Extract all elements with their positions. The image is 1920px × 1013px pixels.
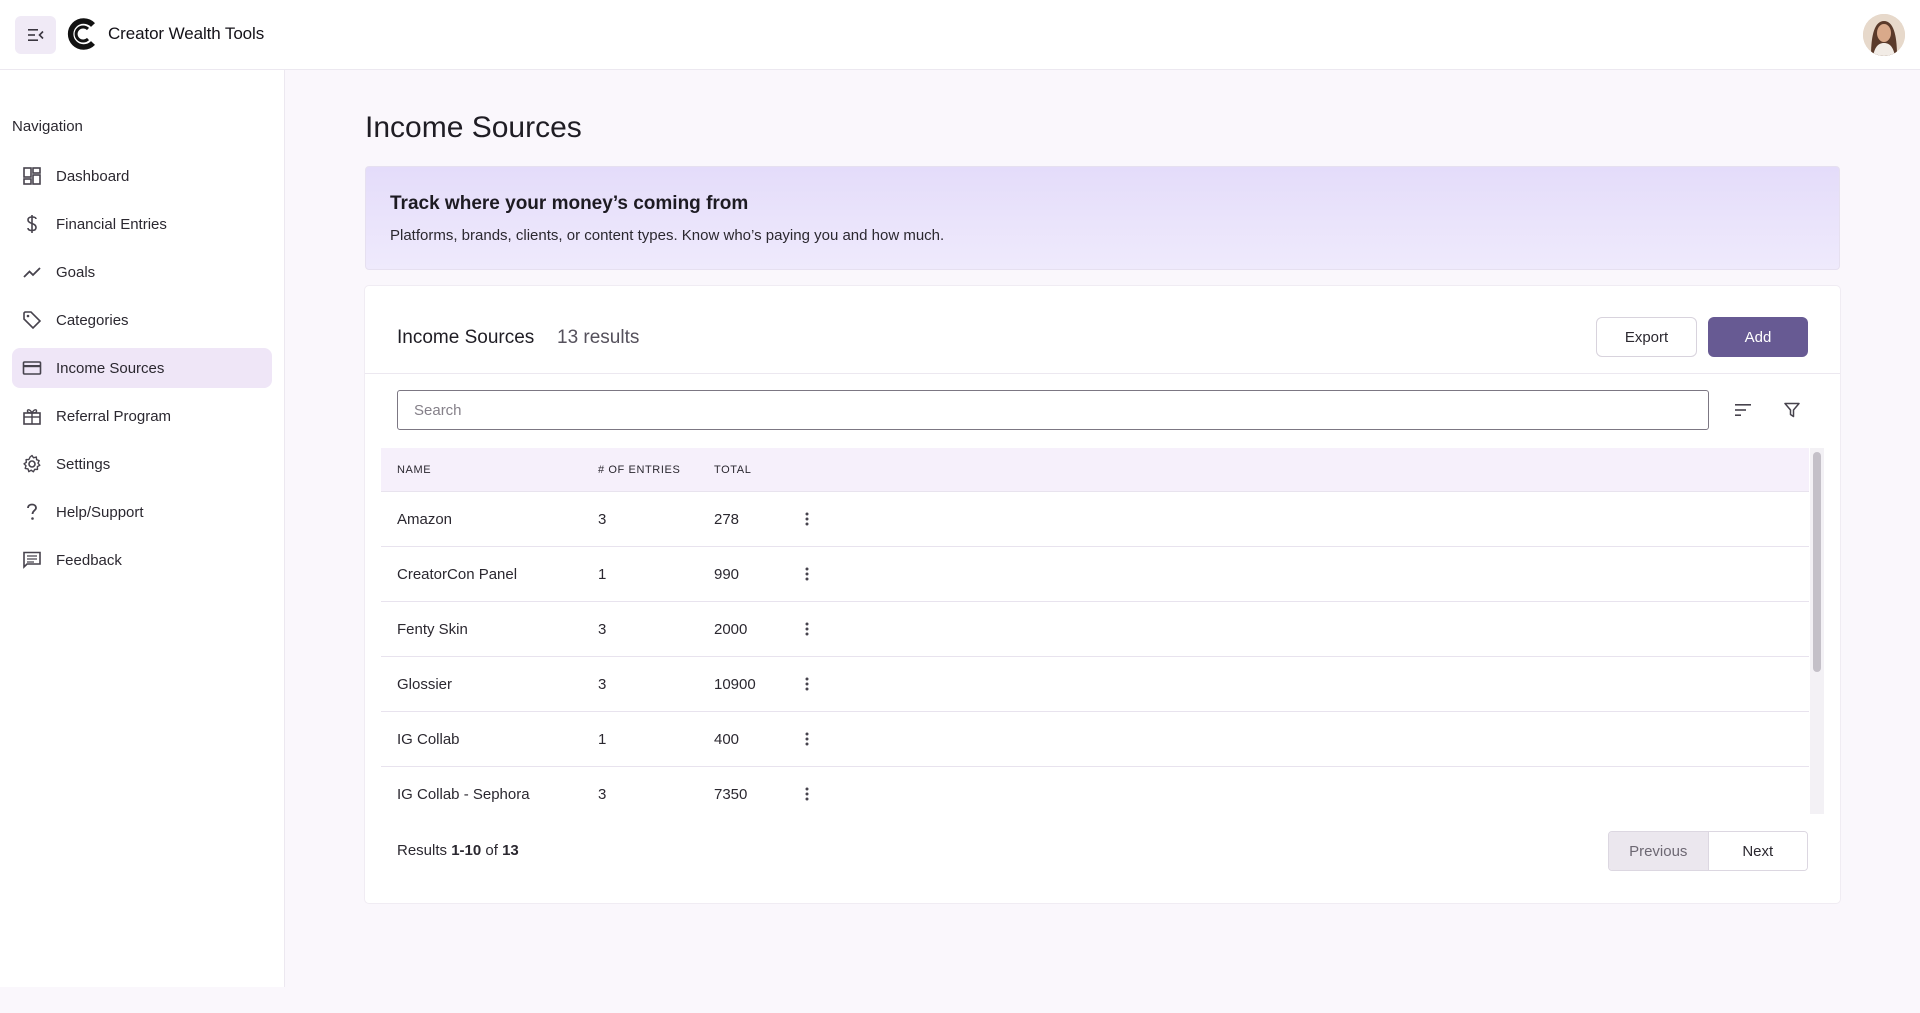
sidebar-item-referral-program[interactable]: Referral Program — [12, 396, 272, 436]
dashboard-icon — [21, 165, 43, 187]
sidebar-item-label: Financial Entries — [56, 215, 167, 233]
cell-entries: 3 — [598, 621, 607, 638]
cell-entries: 1 — [598, 566, 607, 583]
cell-entries: 3 — [598, 511, 607, 528]
sidebar-item-categories[interactable]: Categories — [12, 300, 272, 340]
banner-title: Track where your money’s coming from — [390, 193, 749, 214]
cell-entries: 3 — [598, 676, 607, 693]
cell-total: 990 — [714, 566, 740, 583]
nav-title: Navigation — [12, 118, 83, 135]
search-input[interactable] — [397, 390, 1709, 430]
cell-entries: 3 — [598, 786, 607, 803]
cell-name: CreatorCon Panel — [397, 566, 518, 583]
sidebar-item-goals[interactable]: Goals — [12, 252, 272, 292]
table-row[interactable]: Glossier 3 10900 — [381, 657, 1809, 712]
cell-entries: 1 — [598, 731, 607, 748]
row-actions-menu-icon[interactable] — [800, 729, 814, 749]
cell-total: 7350 — [714, 786, 748, 803]
income-sources-card: Income Sources 13 results Export Add NAM… — [365, 286, 1840, 903]
brand-name: Creator Wealth Tools — [108, 24, 265, 43]
table-row[interactable]: Fenty Skin 3 2000 — [381, 602, 1809, 657]
sidebar-item-label: Dashboard — [56, 167, 130, 185]
export-button[interactable]: Export — [1596, 317, 1697, 357]
table-row[interactable]: Amazon 3 278 — [381, 492, 1809, 547]
results-total: 13 — [502, 842, 519, 859]
cell-total: 2000 — [714, 621, 748, 638]
previous-page-button[interactable]: Previous — [1609, 832, 1709, 870]
row-actions-menu-icon[interactable] — [800, 509, 814, 529]
results-range: 1-10 — [451, 842, 482, 859]
sidebar-item-income-sources[interactable]: Income Sources — [12, 348, 272, 388]
table-header: NAME # OF ENTRIES TOTAL — [381, 448, 1809, 492]
sort-button[interactable] — [1729, 396, 1757, 424]
row-actions-menu-icon[interactable] — [800, 674, 814, 694]
sidebar-item-settings[interactable]: Settings — [12, 444, 272, 484]
avatar-image — [1863, 14, 1905, 56]
income-sources-table: NAME # OF ENTRIES TOTAL Amazon 3 278 Cre… — [381, 448, 1824, 814]
sidebar-item-feedback[interactable]: Feedback — [12, 540, 272, 580]
sidebar-item-label: Referral Program — [56, 407, 172, 425]
sidebar-item-label: Categories — [56, 311, 129, 329]
sidebar-item-label: Settings — [56, 455, 111, 473]
sort-icon — [1735, 404, 1751, 416]
info-banner: Track where your money’s coming from Pla… — [365, 166, 1840, 270]
filter-button[interactable] — [1778, 396, 1806, 424]
cell-total: 10900 — [714, 676, 756, 693]
add-button[interactable]: Add — [1708, 317, 1808, 357]
cell-name: IG Collab - Sephora — [397, 786, 530, 803]
card-icon — [21, 357, 43, 379]
collapse-menu-button[interactable] — [15, 16, 56, 54]
next-page-button[interactable]: Next — [1708, 832, 1807, 870]
cell-name: Fenty Skin — [397, 621, 468, 638]
table-row[interactable]: CreatorCon Panel 1 990 — [381, 547, 1809, 602]
sidebar-item-label: Goals — [56, 263, 96, 281]
results-prefix: Results — [397, 842, 452, 859]
tag-icon — [21, 309, 43, 331]
sidebar-item-label: Help/Support — [56, 503, 144, 521]
banner-subtitle: Platforms, brands, clients, or content t… — [390, 227, 945, 244]
filter-icon — [1784, 402, 1800, 418]
user-avatar[interactable] — [1863, 14, 1905, 56]
sidebar-item-help-support[interactable]: Help/Support — [12, 492, 272, 532]
row-actions-menu-icon[interactable] — [800, 564, 814, 584]
gift-icon — [21, 405, 43, 427]
table-row[interactable]: IG Collab - Sephora 3 7350 — [381, 767, 1809, 814]
cell-name: IG Collab — [397, 731, 460, 748]
dollar-icon — [21, 213, 43, 235]
card-header: Income Sources 13 results Export Add — [365, 286, 1840, 374]
trending-icon — [21, 261, 43, 283]
pagination: Previous Next — [1608, 831, 1808, 871]
column-header-name[interactable]: NAME — [397, 464, 431, 476]
sidebar: Navigation Dashboard Financial Entries G… — [0, 70, 285, 987]
row-actions-menu-icon[interactable] — [800, 619, 814, 639]
table-row[interactable]: IG Collab 1 400 — [381, 712, 1809, 767]
cell-name: Amazon — [397, 511, 453, 528]
brand-logo-icon — [67, 18, 95, 50]
cell-total: 400 — [714, 731, 740, 748]
sidebar-item-label: Income Sources — [56, 359, 165, 377]
sidebar-item-financial-entries[interactable]: Financial Entries — [12, 204, 272, 244]
column-header-total[interactable]: TOTAL — [714, 464, 751, 476]
sidebar-item-label: Feedback — [56, 551, 122, 569]
question-icon — [21, 501, 43, 523]
column-header-entries[interactable]: # OF ENTRIES — [598, 464, 680, 476]
results-summary: Results 1-10 of 13 — [397, 842, 519, 859]
results-of: of — [481, 842, 503, 859]
cell-total: 278 — [714, 511, 740, 528]
row-actions-menu-icon[interactable] — [800, 784, 814, 804]
table-scrollbar-thumb[interactable] — [1813, 452, 1821, 672]
card-title: Income Sources — [397, 327, 535, 348]
menu-collapse-icon — [27, 29, 44, 41]
gear-icon — [21, 453, 43, 475]
feedback-icon — [21, 549, 43, 571]
cell-name: Glossier — [397, 676, 453, 693]
top-bar: Creator Wealth Tools — [0, 0, 1920, 70]
page-title: Income Sources — [365, 111, 582, 144]
sidebar-item-dashboard[interactable]: Dashboard — [12, 156, 272, 196]
results-count: 13 results — [557, 327, 640, 348]
